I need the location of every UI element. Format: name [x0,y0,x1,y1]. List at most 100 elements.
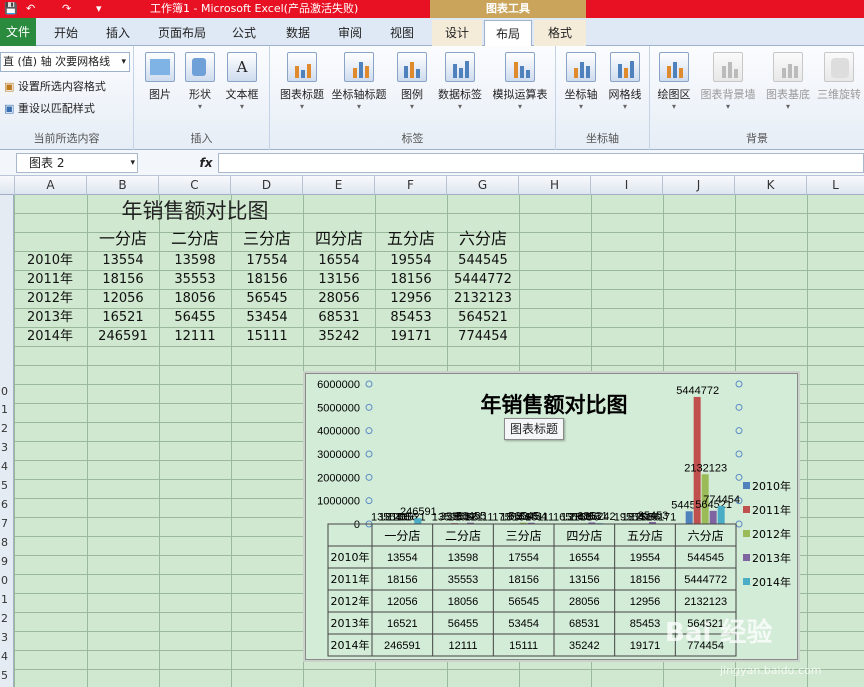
tab-home[interactable]: 开始 [44,20,88,46]
text-box-button[interactable]: A 文本框 ▾ [222,52,262,112]
sales-value-cell[interactable]: 12956 [375,290,447,308]
tab-formulas[interactable]: 公式 [222,20,266,46]
sales-value-cell[interactable]: 13554 [87,252,159,270]
tab-insert[interactable]: 插入 [96,20,140,46]
sales-value-cell[interactable]: 53454 [231,309,303,327]
insert-function-icon[interactable]: fx [196,153,216,173]
column-header[interactable]: F [375,176,447,195]
store-header-cell[interactable]: 一分店 [87,228,159,250]
sales-value-cell[interactable]: 18056 [159,290,231,308]
column-header[interactable]: J [663,176,735,195]
format-selection-button[interactable]: ▣ 设置所选内容格式 [4,78,106,94]
sales-value-cell[interactable]: 13156 [303,271,375,289]
sales-value-cell[interactable]: 774454 [447,328,519,346]
year-cell[interactable]: 2013年 [20,309,80,327]
store-header-cell[interactable]: 四分店 [303,228,375,250]
sheet-title-cell[interactable]: 年销售额对比图 [88,197,302,225]
column-header[interactable]: C [159,176,231,195]
sales-value-cell[interactable]: 85453 [375,309,447,327]
sales-value-cell[interactable]: 35242 [303,328,375,346]
select-all-corner[interactable] [0,176,15,195]
sales-value-cell[interactable]: 18156 [87,271,159,289]
undo-icon[interactable]: ↶ [26,0,35,18]
column-header[interactable]: E [303,176,375,195]
row-header[interactable]: 9 [0,555,14,568]
redo-icon[interactable]: ↷ [62,0,71,18]
column-header[interactable]: A [15,176,87,195]
plot-area-button[interactable]: 绘图区 ▾ [652,52,696,112]
sales-value-cell[interactable]: 19171 [375,328,447,346]
3d-rotation-button[interactable]: 三维旋转 [814,52,864,102]
chart-elements-dropdown[interactable]: 直 (值) 轴 次要网格线 ▾ [0,52,130,72]
row-header[interactable]: 1 [0,593,14,606]
row-header[interactable]: 1 [0,403,14,416]
column-header[interactable]: L [807,176,864,195]
column-header[interactable]: B [87,176,159,195]
sales-value-cell[interactable]: 17554 [231,252,303,270]
legend-button[interactable]: 图例 ▾ [392,52,432,112]
sales-value-cell[interactable]: 18156 [231,271,303,289]
year-cell[interactable]: 2011年 [20,271,80,289]
tab-data[interactable]: 数据 [276,20,320,46]
store-header-cell[interactable]: 五分店 [375,228,447,250]
tab-file[interactable]: 文件 [0,18,36,46]
chart-title-button[interactable]: 图表标题 ▾ [274,52,330,112]
store-header-cell[interactable]: 二分店 [159,228,231,250]
row-header[interactable]: 4 [0,460,14,473]
chart-wall-button[interactable]: 图表背景墙 ▾ [696,52,760,112]
sales-value-cell[interactable]: 56455 [159,309,231,327]
row-header[interactable]: 7 [0,517,14,530]
tab-page-layout[interactable]: 页面布局 [150,20,214,46]
gridlines-button[interactable]: 网格线 ▾ [604,52,646,112]
sales-value-cell[interactable]: 19554 [375,252,447,270]
year-cell[interactable]: 2010年 [20,252,80,270]
sales-value-cell[interactable]: 13598 [159,252,231,270]
column-header[interactable]: I [591,176,663,195]
formula-input[interactable] [218,153,864,173]
picture-button[interactable]: 图片 [144,52,176,102]
sales-value-cell[interactable]: 18156 [375,271,447,289]
row-header[interactable]: 6 [0,498,14,511]
name-box[interactable]: 图表 2 ▾ [16,153,138,173]
tab-review[interactable]: 审阅 [328,20,372,46]
column-header[interactable]: D [231,176,303,195]
sales-value-cell[interactable]: 68531 [303,309,375,327]
row-header[interactable]: 3 [0,631,14,644]
sales-value-cell[interactable]: 16521 [87,309,159,327]
column-header[interactable]: H [519,176,591,195]
column-header[interactable]: G [447,176,519,195]
sales-value-cell[interactable]: 544545 [447,252,519,270]
year-cell[interactable]: 2014年 [20,328,80,346]
tab-view[interactable]: 视图 [380,20,424,46]
row-header[interactable]: 2 [0,612,14,625]
sales-value-cell[interactable]: 56545 [231,290,303,308]
save-icon[interactable]: 💾 [4,0,18,18]
store-header-cell[interactable]: 六分店 [447,228,519,250]
sales-value-cell[interactable]: 16554 [303,252,375,270]
row-header[interactable]: 2 [0,422,14,435]
axes-button[interactable]: 坐标轴 ▾ [560,52,602,112]
row-header[interactable]: 4 [0,650,14,663]
tab-layout[interactable]: 布局 [484,20,532,47]
sales-value-cell[interactable]: 246591 [87,328,159,346]
row-header[interactable]: 5 [0,479,14,492]
reset-style-button[interactable]: ▣ 重设以匹配样式 [4,100,95,116]
row-header[interactable]: 0 [0,574,14,587]
sales-value-cell[interactable]: 28056 [303,290,375,308]
axis-titles-button[interactable]: 坐标轴标题 ▾ [328,52,390,112]
tab-design[interactable]: 设计 [432,20,482,46]
row-header[interactable]: 0 [0,385,14,398]
data-table-button[interactable]: 模拟运算表 ▾ [488,52,552,112]
store-header-cell[interactable]: 三分店 [231,228,303,250]
year-cell[interactable]: 2012年 [20,290,80,308]
row-header[interactable]: 3 [0,441,14,454]
sales-value-cell[interactable]: 12111 [159,328,231,346]
sales-value-cell[interactable]: 35553 [159,271,231,289]
shapes-button[interactable]: 形状 ▾ [184,52,216,112]
sales-value-cell[interactable]: 12056 [87,290,159,308]
tab-format[interactable]: 格式 [534,20,586,46]
data-labels-button[interactable]: 数据标签 ▾ [432,52,488,112]
row-header[interactable]: 5 [0,669,14,682]
sales-value-cell[interactable]: 564521 [447,309,519,327]
row-header[interactable]: 8 [0,536,14,549]
